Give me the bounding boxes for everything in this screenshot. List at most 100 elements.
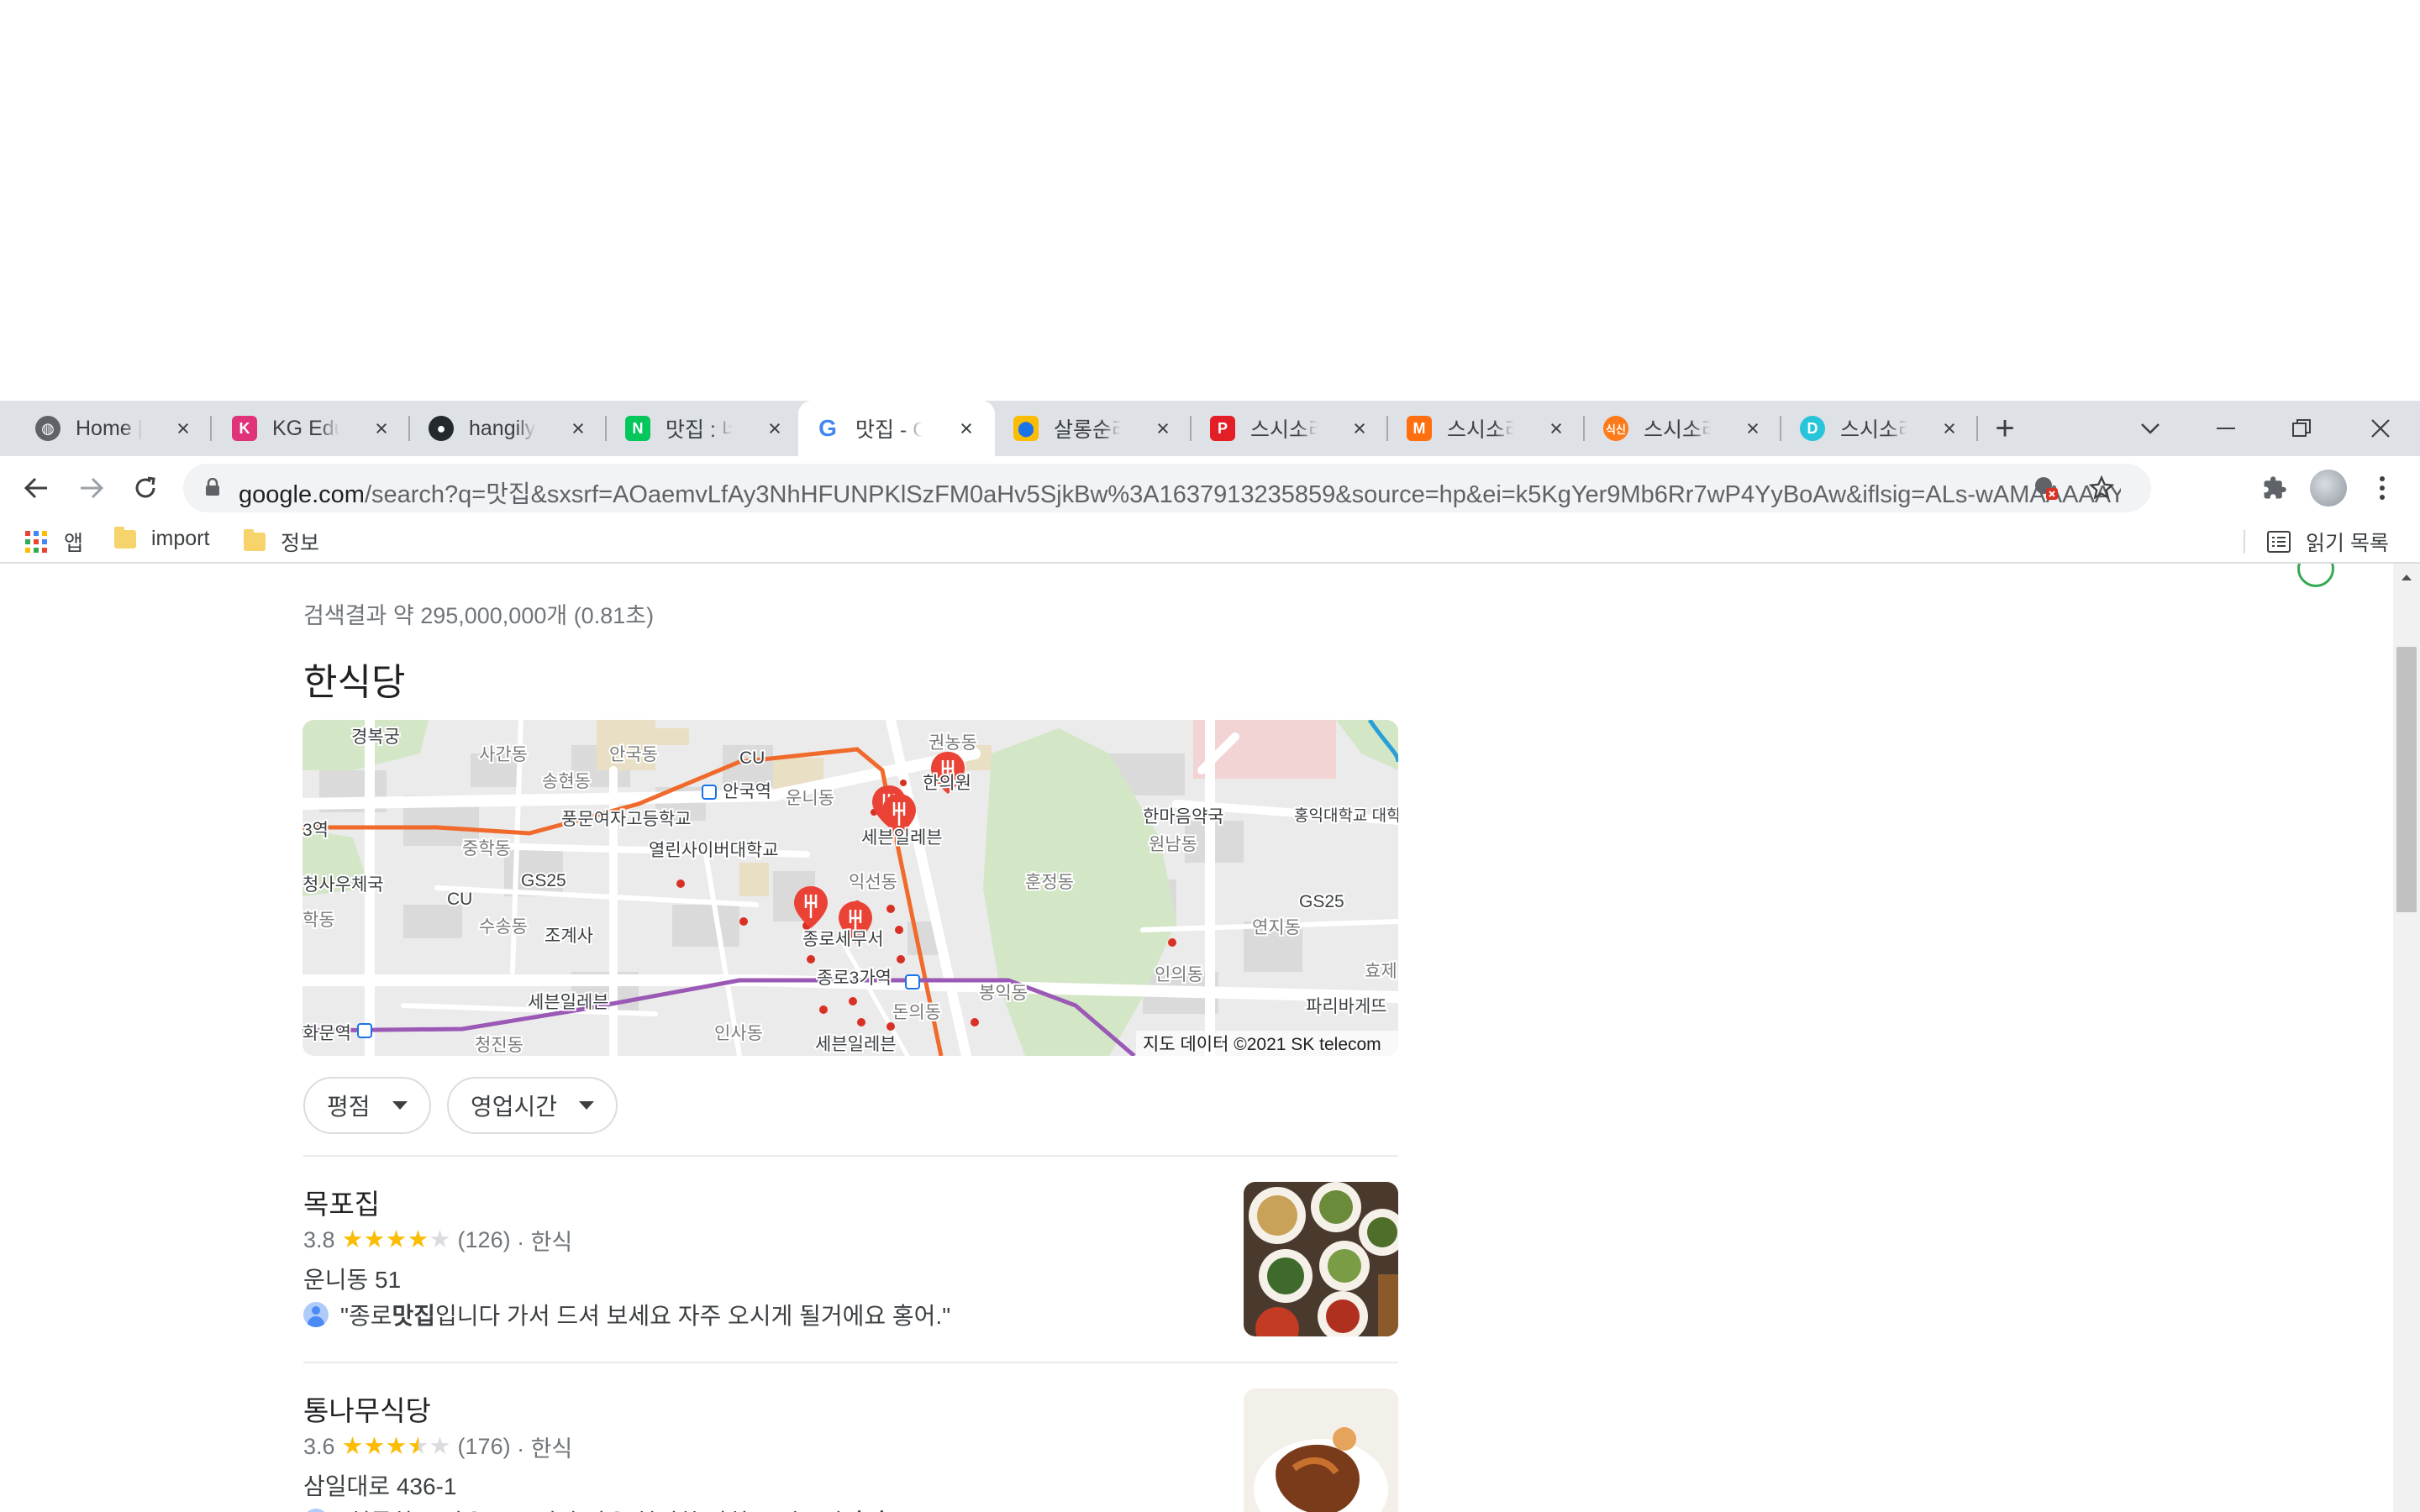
close-icon[interactable]: × (1150, 415, 1176, 442)
bookmark-label: 정보 (281, 532, 320, 555)
place-name[interactable]: 통나무식당 (303, 1389, 431, 1429)
place-photo[interactable] (1244, 1389, 1398, 1512)
close-icon[interactable]: × (953, 415, 980, 442)
tab-sushi-3[interactable]: 식신 스시소라 × (1586, 401, 1781, 456)
map-label: 효제 (1365, 962, 1397, 981)
section-title: 한식당 (303, 662, 406, 703)
close-icon[interactable]: × (1346, 415, 1373, 442)
tab-strip: ◍ Home | Lf × K KG Eduon × ● hangilyon ×… (0, 401, 2420, 456)
reading-list-button[interactable]: 읽기 목록 (2267, 527, 2389, 557)
account-avatar[interactable] (2297, 564, 2334, 587)
tab-separator (210, 416, 212, 441)
close-icon[interactable]: × (1543, 415, 1570, 442)
tab-sushi-4[interactable]: D 스시소라 × (1783, 401, 1978, 456)
star-icon: ★ (407, 1433, 429, 1460)
map-label: 화문역 (302, 1024, 351, 1043)
close-icon[interactable]: × (761, 415, 788, 442)
siksin-icon: 식신 (1603, 416, 1628, 441)
close-icon[interactable]: × (368, 415, 395, 442)
scrollbar-thumb[interactable] (2396, 647, 2417, 912)
tab-github[interactable]: ● hangilyon × (412, 401, 607, 456)
close-icon[interactable]: × (1739, 415, 1766, 442)
profile-avatar[interactable] (2307, 467, 2349, 509)
local-map[interactable]: 경복궁 사간동 안국동 CU 송현동 안국역 운니동 권농동 풍문여자고등학교 … (302, 720, 1398, 1056)
map-label: 청사우체국 (302, 875, 384, 895)
tab-kg-eduone[interactable]: K KG Eduon × (215, 401, 410, 456)
close-icon[interactable]: × (1936, 415, 1963, 442)
forward-button[interactable] (71, 467, 113, 509)
map-label: 운니동 (786, 789, 834, 808)
star-icon[interactable] (2088, 475, 2115, 505)
menu-icon[interactable] (2361, 467, 2403, 509)
reload-button[interactable] (124, 467, 166, 509)
review-count: (126) (457, 1227, 511, 1252)
filter-hours-chip[interactable]: 영업시간 (447, 1077, 618, 1134)
local-result-item[interactable]: 통나무식당 3.6 ★★★★★ (176) · 한식 삼일대로 436-1 "허… (303, 1389, 1398, 1512)
map-label: 돈의동 (892, 1003, 941, 1022)
place-category: · 한식 (517, 1230, 573, 1255)
star-icon: ★ (429, 1433, 451, 1460)
bookmark-folder-import[interactable]: import (114, 526, 209, 551)
minimize-button[interactable] (2188, 401, 2264, 456)
star-icon: ★ (385, 1433, 408, 1460)
tab-separator (605, 416, 607, 441)
map-label: 중학동 (462, 839, 511, 858)
map-label: 인의동 (1155, 965, 1203, 984)
lock-icon[interactable] (205, 477, 220, 501)
map-label: 파리바게뜨 (1306, 997, 1387, 1016)
place-photo[interactable] (1244, 1182, 1398, 1336)
tab-title: 맛집 : 네이 (666, 418, 733, 442)
tab-separator (1780, 416, 1781, 441)
tab-salong[interactable]: ⬤ 살롱순라 × (997, 401, 1192, 456)
person-icon (303, 1302, 329, 1327)
place-category: · 한식 (517, 1436, 573, 1462)
map-label: 종로세무서 (802, 930, 884, 949)
new-tab-button[interactable]: + (1986, 410, 2023, 447)
extensions-icon[interactable] (2254, 467, 2296, 509)
rating-value: 3.6 (303, 1434, 335, 1459)
address-bar[interactable]: google.com/search?q=맛집&sxsrf=AOaemvLfAy3… (183, 464, 2151, 512)
m-icon: M (1407, 416, 1432, 441)
close-window-button[interactable] (2343, 401, 2418, 456)
restore-button[interactable] (2264, 401, 2339, 456)
tab-google-active[interactable]: G 맛집 - Go × (798, 401, 995, 456)
tab-title: 스시소라 (1250, 418, 1318, 442)
person-icon (303, 1509, 329, 1512)
divider (303, 1155, 1398, 1157)
tab-home[interactable]: ◍ Home | Lf × (18, 401, 212, 456)
filter-rating-chip[interactable]: 평점 (303, 1077, 431, 1134)
close-icon[interactable]: × (565, 415, 592, 442)
tab-naver[interactable]: N 맛집 : 네이 × (608, 401, 803, 456)
reading-list-label: 읽기 목록 (2306, 532, 2389, 555)
map-label: 익선동 (849, 873, 897, 892)
result-stats: 검색결과 약 295,000,000개 (0.81초) (303, 603, 655, 628)
review-snippet: "허름하고 작은 노포지만 많은 현지화 반찬도 연그릭 맛집." (303, 1504, 901, 1512)
map-label: 훈정동 (1025, 873, 1074, 892)
close-icon[interactable]: × (170, 415, 197, 442)
apps-shortcut[interactable]: 앱 (25, 527, 83, 557)
folder-icon (114, 526, 136, 549)
tab-sushi-2[interactable]: M 스시소라 × (1390, 401, 1585, 456)
map-label: 한마음약국 (1143, 807, 1224, 827)
url-text[interactable]: google.com/search?q=맛집&sxsrf=AOaemvLfAy3… (239, 475, 2121, 510)
place-name[interactable]: 목포집 (303, 1182, 380, 1222)
back-button[interactable] (15, 467, 57, 509)
tab-search-button[interactable] (2112, 401, 2188, 456)
star-icon: ★ (341, 1226, 364, 1253)
bookmark-folder-info[interactable]: 정보 (244, 527, 319, 557)
folder-icon (244, 529, 266, 551)
map-label: GS25 (521, 871, 566, 890)
tab-title: KG Eduon (272, 416, 339, 440)
tab-sushi-1[interactable]: P 스시소라 × (1193, 401, 1388, 456)
blocked-popup-icon[interactable] (2033, 475, 2059, 505)
url-host: google.com (239, 481, 365, 508)
star-icon: ★ (363, 1433, 386, 1460)
tab-title: 맛집 - Go (855, 418, 923, 442)
map-label: 열린사이버대학교 (649, 841, 779, 860)
chip-label: 영업시간 (471, 1094, 558, 1120)
star-icon: ★ (341, 1433, 364, 1460)
local-result-item[interactable]: 목포집 3.8 ★ ★ ★ ★ ★ (126) · 한식 운니동 51 "종로 맛집 입니… (303, 1182, 1398, 1367)
bookmark-divider (2244, 530, 2245, 554)
review-keyword: 맛집 (392, 1303, 435, 1329)
map-label: 세븐일레븐 (815, 1035, 897, 1054)
